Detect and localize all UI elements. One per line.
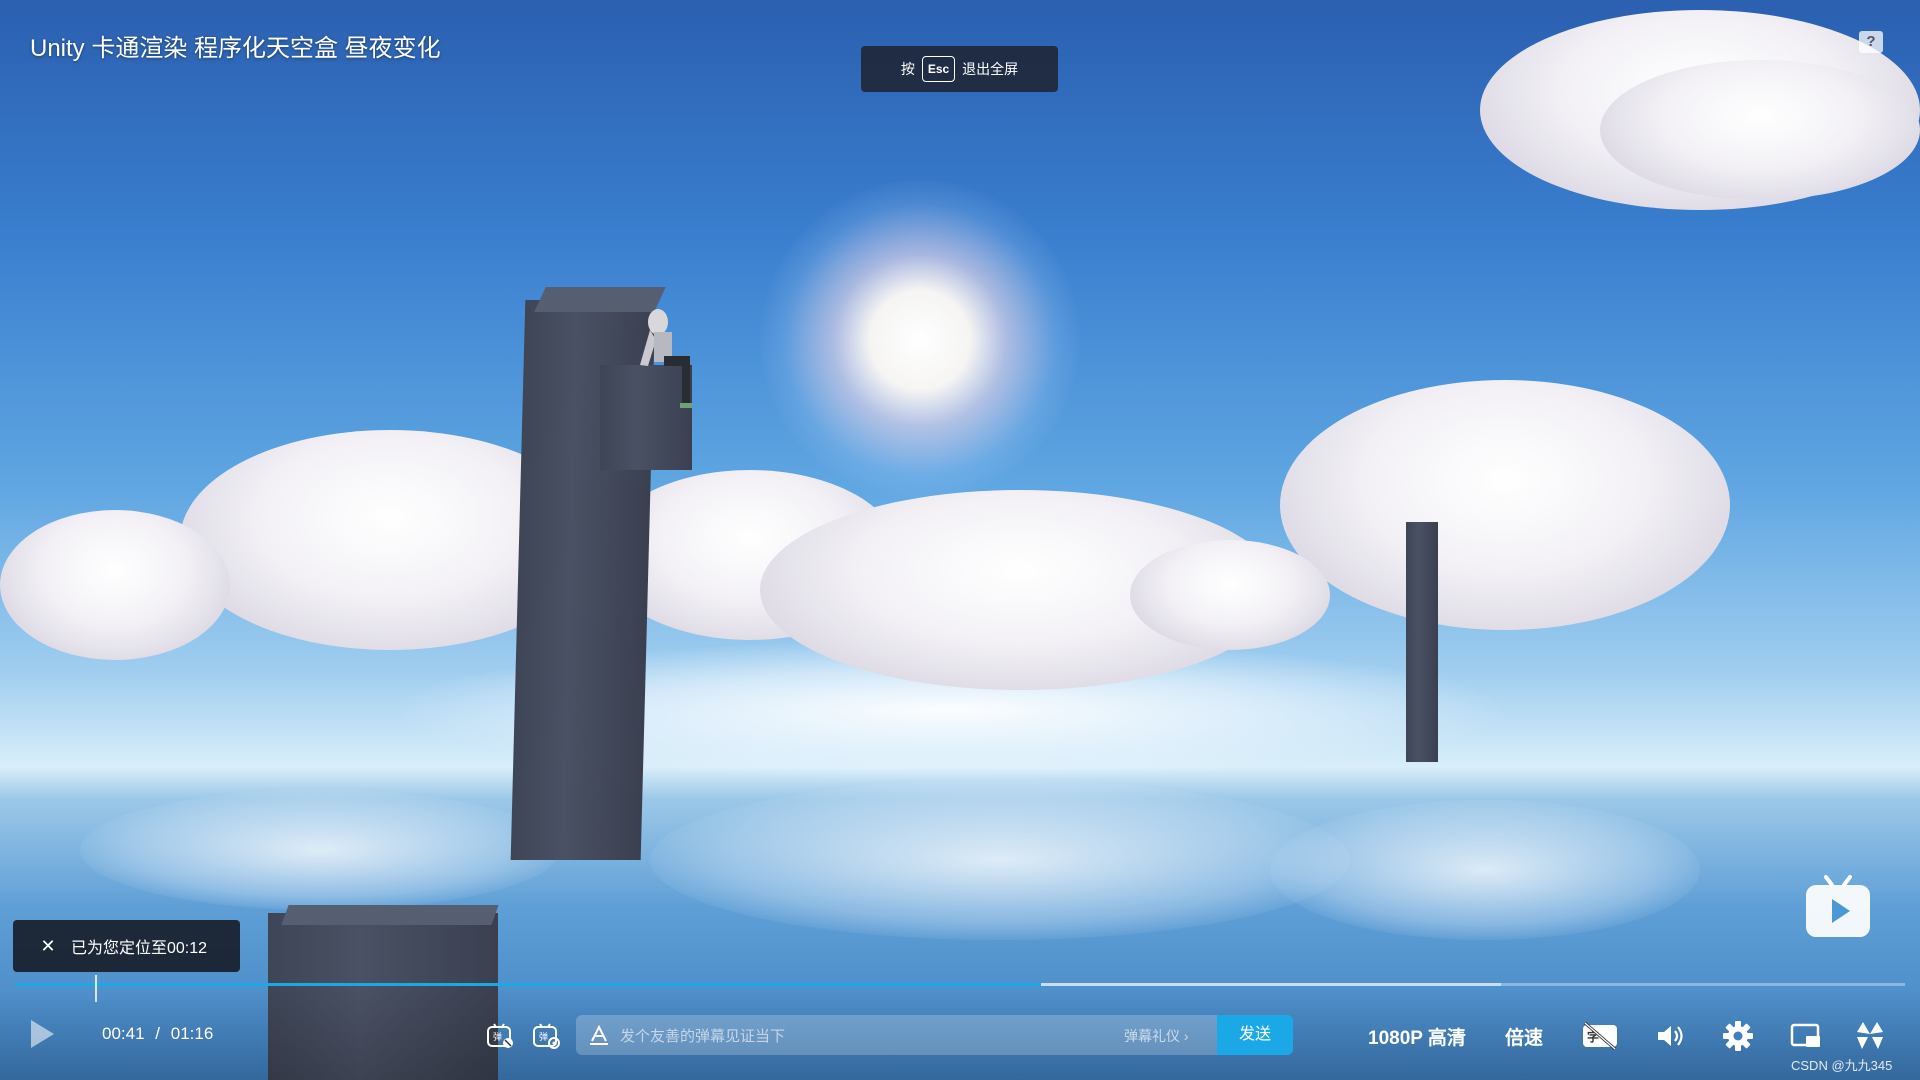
- hint-exit-label: 退出全屏: [962, 61, 1019, 77]
- danmaku-input[interactable]: [618, 1015, 1182, 1057]
- cloud: [0, 510, 230, 660]
- front-block-top: [281, 905, 499, 925]
- cloud: [1280, 380, 1730, 630]
- toast-message: 已为您定位至00:12: [71, 940, 208, 957]
- exit-fullscreen-hint: 按 Esc 退出全屏: [861, 46, 1058, 92]
- resume-toast: ✕ 已为您定位至00:12: [13, 920, 240, 972]
- danmaku-etiquette-link[interactable]: 弹幕礼仪 ›: [1124, 1026, 1189, 1046]
- subtitle-off-icon[interactable]: 字: [1581, 1021, 1619, 1051]
- water-reflection: [650, 780, 1350, 940]
- video-frame[interactable]: [0, 0, 1920, 1080]
- video-title: Unity 卡通渲染 程序化天空盒 昼夜变化: [30, 35, 441, 62]
- water-reflection: [80, 790, 560, 910]
- pip-icon[interactable]: [1790, 1021, 1822, 1051]
- speed-selector[interactable]: 倍速: [1505, 1023, 1543, 1050]
- distant-pillar: [1406, 522, 1438, 762]
- play-icon[interactable]: [28, 1018, 56, 1050]
- sun: [760, 180, 1080, 500]
- svg-text:弹: 弹: [539, 1031, 548, 1043]
- progress-bar[interactable]: [15, 983, 1905, 986]
- fullscreen-icon[interactable]: [1853, 1019, 1887, 1053]
- settings-gear-icon[interactable]: [1722, 1020, 1754, 1052]
- control-bar: 00:41 / 01:16 弹 弹 弹幕礼仪 › 发送 1080P 高清 倍速 …: [0, 990, 1920, 1080]
- svg-text:弹: 弹: [493, 1031, 502, 1043]
- time-display: 00:41 / 01:16: [102, 1024, 213, 1044]
- volume-icon[interactable]: [1655, 1021, 1685, 1051]
- cloud: [1600, 60, 1920, 200]
- danmaku-settings-icon[interactable]: 弹: [532, 1022, 560, 1050]
- font-style-icon[interactable]: [588, 1024, 610, 1046]
- progress-played: [15, 983, 1042, 986]
- csdn-watermark: CSDN @九九345: [1791, 1058, 1893, 1073]
- hint-press-label: 按: [900, 61, 915, 77]
- water-reflection: [1270, 800, 1700, 940]
- danmaku-input-box: 弹幕礼仪 ›: [576, 1015, 1293, 1057]
- danmaku-toggle-icon[interactable]: 弹: [486, 1022, 514, 1050]
- current-time: 00:41: [102, 1024, 145, 1043]
- character-figure: [640, 309, 692, 408]
- cloud: [1130, 540, 1330, 650]
- danmaku-send-button[interactable]: 发送: [1217, 1015, 1293, 1055]
- bilibili-tv-icon[interactable]: [1804, 873, 1872, 939]
- close-icon[interactable]: ✕: [35, 936, 61, 957]
- esc-key-badge: Esc: [921, 56, 956, 82]
- time-separator: /: [155, 1024, 161, 1043]
- quality-selector[interactable]: 1080P 高清: [1368, 1023, 1466, 1050]
- duration: 01:16: [170, 1024, 214, 1043]
- help-icon[interactable]: ?: [1859, 31, 1883, 53]
